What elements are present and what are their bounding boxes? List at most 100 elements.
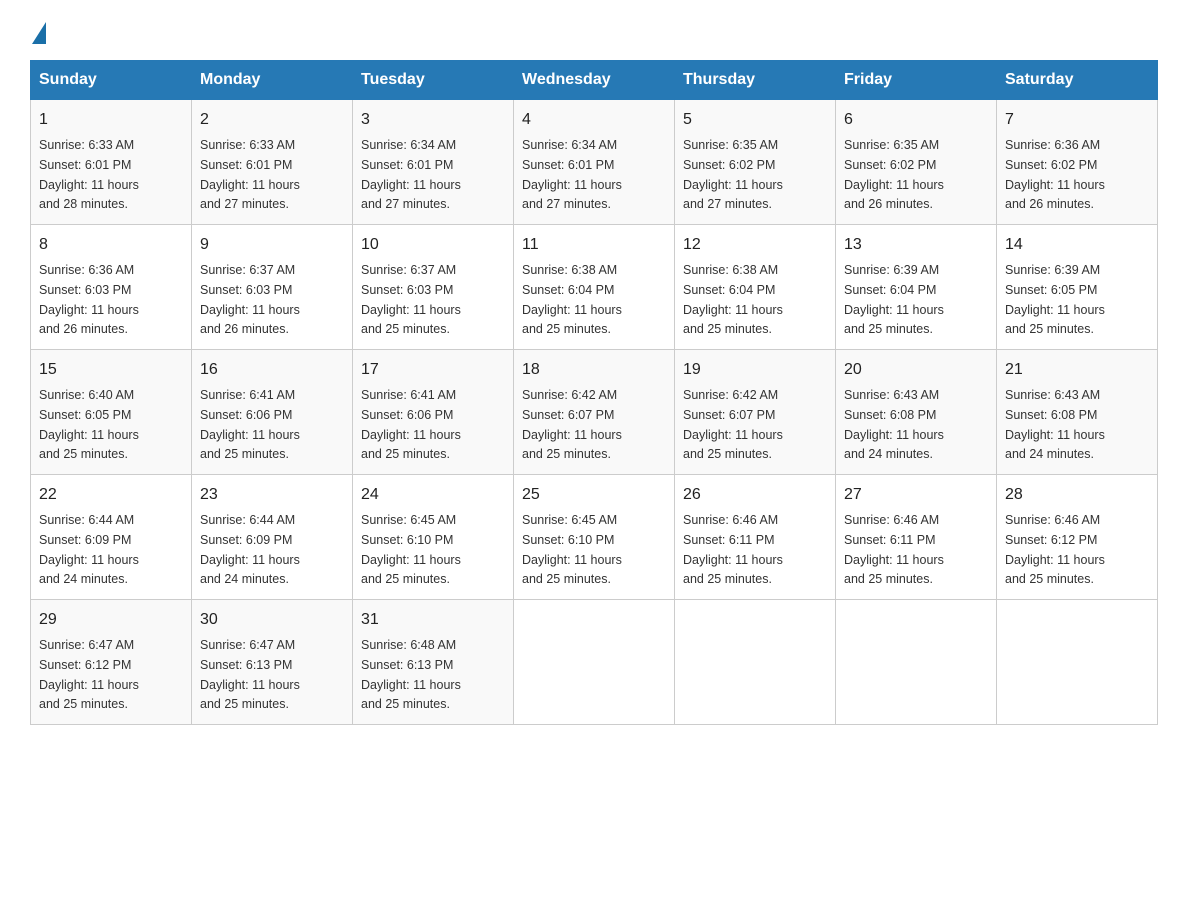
day-info: Sunrise: 6:35 AMSunset: 6:02 PMDaylight:…: [844, 138, 944, 211]
day-number: 6: [844, 108, 988, 132]
calendar-cell: 18 Sunrise: 6:42 AMSunset: 6:07 PMDayligh…: [514, 350, 675, 475]
day-number: 18: [522, 358, 666, 382]
day-number: 16: [200, 358, 344, 382]
day-number: 31: [361, 608, 505, 632]
calendar-cell: 25 Sunrise: 6:45 AMSunset: 6:10 PMDayligh…: [514, 475, 675, 600]
col-header-sunday: Sunday: [31, 61, 192, 100]
day-number: 28: [1005, 483, 1149, 507]
day-number: 20: [844, 358, 988, 382]
calendar-cell: [836, 600, 997, 725]
day-info: Sunrise: 6:43 AMSunset: 6:08 PMDaylight:…: [1005, 388, 1105, 461]
calendar-week-row: 29 Sunrise: 6:47 AMSunset: 6:12 PMDayligh…: [31, 600, 1158, 725]
day-number: 9: [200, 233, 344, 257]
day-info: Sunrise: 6:33 AMSunset: 6:01 PMDaylight:…: [39, 138, 139, 211]
day-info: Sunrise: 6:47 AMSunset: 6:12 PMDaylight:…: [39, 638, 139, 711]
day-info: Sunrise: 6:36 AMSunset: 6:03 PMDaylight:…: [39, 263, 139, 336]
day-number: 11: [522, 233, 666, 257]
calendar-cell: 31Sunrise: 6:48 AMSunset: 6:13 PMDayligh…: [353, 600, 514, 725]
day-info: Sunrise: 6:41 AMSunset: 6:06 PMDaylight:…: [200, 388, 300, 461]
day-number: 10: [361, 233, 505, 257]
calendar-week-row: 15 Sunrise: 6:40 AMSunset: 6:05 PMDayligh…: [31, 350, 1158, 475]
calendar-cell: 28 Sunrise: 6:46 AMSunset: 6:12 PMDayligh…: [997, 475, 1158, 600]
day-info: Sunrise: 6:39 AMSunset: 6:04 PMDaylight:…: [844, 263, 944, 336]
day-info: Sunrise: 6:34 AMSunset: 6:01 PMDaylight:…: [361, 138, 461, 211]
day-number: 2: [200, 108, 344, 132]
calendar-table: SundayMondayTuesdayWednesdayThursdayFrid…: [30, 60, 1158, 725]
calendar-cell: 23 Sunrise: 6:44 AMSunset: 6:09 PMDayligh…: [192, 475, 353, 600]
day-info: Sunrise: 6:43 AMSunset: 6:08 PMDaylight:…: [844, 388, 944, 461]
col-header-friday: Friday: [836, 61, 997, 100]
calendar-cell: 26 Sunrise: 6:46 AMSunset: 6:11 PMDayligh…: [675, 475, 836, 600]
day-info: Sunrise: 6:46 AMSunset: 6:12 PMDaylight:…: [1005, 513, 1105, 586]
day-number: 12: [683, 233, 827, 257]
day-number: 5: [683, 108, 827, 132]
day-number: 22: [39, 483, 183, 507]
day-number: 14: [1005, 233, 1149, 257]
day-info: Sunrise: 6:46 AMSunset: 6:11 PMDaylight:…: [844, 513, 944, 586]
day-number: 21: [1005, 358, 1149, 382]
day-info: Sunrise: 6:42 AMSunset: 6:07 PMDaylight:…: [522, 388, 622, 461]
day-number: 1: [39, 108, 183, 132]
day-info: Sunrise: 6:39 AMSunset: 6:05 PMDaylight:…: [1005, 263, 1105, 336]
calendar-cell: 24Sunrise: 6:45 AMSunset: 6:10 PMDayligh…: [353, 475, 514, 600]
calendar-cell: [514, 600, 675, 725]
calendar-header-row: SundayMondayTuesdayWednesdayThursdayFrid…: [31, 61, 1158, 100]
day-info: Sunrise: 6:44 AMSunset: 6:09 PMDaylight:…: [200, 513, 300, 586]
day-info: Sunrise: 6:37 AMSunset: 6:03 PMDaylight:…: [361, 263, 461, 336]
calendar-cell: [675, 600, 836, 725]
calendar-cell: 12Sunrise: 6:38 AMSunset: 6:04 PMDayligh…: [675, 225, 836, 350]
day-info: Sunrise: 6:46 AMSunset: 6:11 PMDaylight:…: [683, 513, 783, 586]
calendar-cell: 5 Sunrise: 6:35 AMSunset: 6:02 PMDaylight…: [675, 100, 836, 225]
day-info: Sunrise: 6:37 AMSunset: 6:03 PMDaylight:…: [200, 263, 300, 336]
calendar-cell: 13 Sunrise: 6:39 AMSunset: 6:04 PMDayligh…: [836, 225, 997, 350]
calendar-week-row: 8 Sunrise: 6:36 AMSunset: 6:03 PMDaylight…: [31, 225, 1158, 350]
calendar-cell: 11 Sunrise: 6:38 AMSunset: 6:04 PMDayligh…: [514, 225, 675, 350]
day-number: 15: [39, 358, 183, 382]
col-header-saturday: Saturday: [997, 61, 1158, 100]
calendar-cell: 2 Sunrise: 6:33 AMSunset: 6:01 PMDaylight…: [192, 100, 353, 225]
day-info: Sunrise: 6:40 AMSunset: 6:05 PMDaylight:…: [39, 388, 139, 461]
day-number: 4: [522, 108, 666, 132]
page-header: [30, 20, 1158, 42]
calendar-week-row: 1 Sunrise: 6:33 AMSunset: 6:01 PMDaylight…: [31, 100, 1158, 225]
day-info: Sunrise: 6:44 AMSunset: 6:09 PMDaylight:…: [39, 513, 139, 586]
col-header-wednesday: Wednesday: [514, 61, 675, 100]
day-info: Sunrise: 6:45 AMSunset: 6:10 PMDaylight:…: [361, 513, 461, 586]
day-info: Sunrise: 6:41 AMSunset: 6:06 PMDaylight:…: [361, 388, 461, 461]
calendar-cell: 14 Sunrise: 6:39 AMSunset: 6:05 PMDayligh…: [997, 225, 1158, 350]
day-number: 23: [200, 483, 344, 507]
calendar-cell: 9 Sunrise: 6:37 AMSunset: 6:03 PMDaylight…: [192, 225, 353, 350]
col-header-monday: Monday: [192, 61, 353, 100]
day-number: 30: [200, 608, 344, 632]
day-number: 8: [39, 233, 183, 257]
day-number: 7: [1005, 108, 1149, 132]
calendar-cell: 8 Sunrise: 6:36 AMSunset: 6:03 PMDaylight…: [31, 225, 192, 350]
calendar-week-row: 22 Sunrise: 6:44 AMSunset: 6:09 PMDayligh…: [31, 475, 1158, 600]
calendar-cell: 7Sunrise: 6:36 AMSunset: 6:02 PMDaylight…: [997, 100, 1158, 225]
col-header-tuesday: Tuesday: [353, 61, 514, 100]
calendar-cell: 22 Sunrise: 6:44 AMSunset: 6:09 PMDayligh…: [31, 475, 192, 600]
calendar-cell: 20 Sunrise: 6:43 AMSunset: 6:08 PMDayligh…: [836, 350, 997, 475]
col-header-thursday: Thursday: [675, 61, 836, 100]
day-number: 13: [844, 233, 988, 257]
day-number: 29: [39, 608, 183, 632]
day-info: Sunrise: 6:42 AMSunset: 6:07 PMDaylight:…: [683, 388, 783, 461]
day-number: 3: [361, 108, 505, 132]
logo: [30, 20, 48, 42]
day-number: 27: [844, 483, 988, 507]
day-info: Sunrise: 6:45 AMSunset: 6:10 PMDaylight:…: [522, 513, 622, 586]
calendar-cell: 16 Sunrise: 6:41 AMSunset: 6:06 PMDayligh…: [192, 350, 353, 475]
calendar-cell: 1 Sunrise: 6:33 AMSunset: 6:01 PMDaylight…: [31, 100, 192, 225]
calendar-cell: 21 Sunrise: 6:43 AMSunset: 6:08 PMDayligh…: [997, 350, 1158, 475]
calendar-cell: 3 Sunrise: 6:34 AMSunset: 6:01 PMDaylight…: [353, 100, 514, 225]
day-info: Sunrise: 6:33 AMSunset: 6:01 PMDaylight:…: [200, 138, 300, 211]
day-info: Sunrise: 6:38 AMSunset: 6:04 PMDaylight:…: [522, 263, 622, 336]
day-number: 17: [361, 358, 505, 382]
day-number: 25: [522, 483, 666, 507]
day-number: 26: [683, 483, 827, 507]
calendar-cell: 29 Sunrise: 6:47 AMSunset: 6:12 PMDayligh…: [31, 600, 192, 725]
day-info: Sunrise: 6:35 AMSunset: 6:02 PMDaylight:…: [683, 138, 783, 211]
day-number: 19: [683, 358, 827, 382]
calendar-cell: 15 Sunrise: 6:40 AMSunset: 6:05 PMDayligh…: [31, 350, 192, 475]
calendar-cell: 30Sunrise: 6:47 AMSunset: 6:13 PMDayligh…: [192, 600, 353, 725]
